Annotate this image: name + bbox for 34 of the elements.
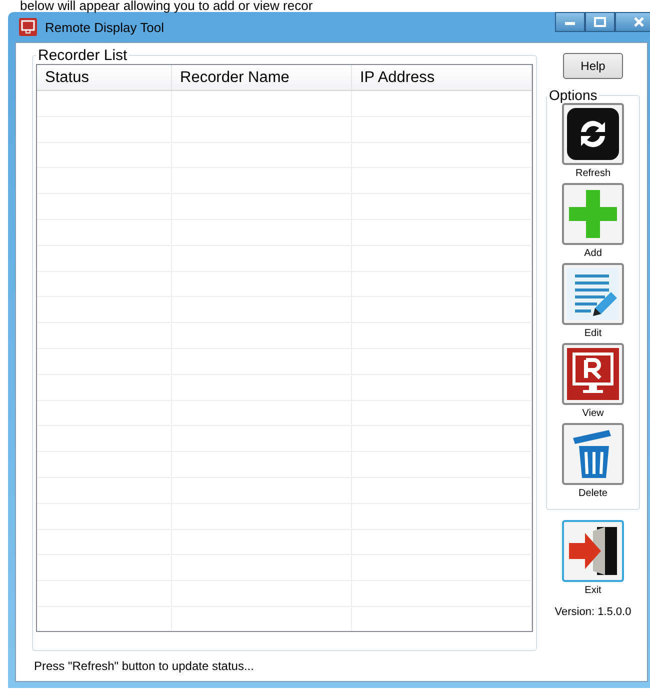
plus-icon — [567, 188, 619, 240]
group-title: Options — [548, 87, 598, 103]
version-text: Version: 1.5.0.0 — [554, 606, 632, 618]
window-title: Remote Display Tool — [45, 20, 164, 34]
edit-button[interactable] — [562, 263, 624, 325]
edit-icon — [567, 268, 619, 320]
group-title: Recorder List — [37, 47, 128, 64]
close-icon — [633, 16, 645, 28]
exit-door-icon — [567, 525, 619, 577]
button-label: Exit — [584, 585, 602, 596]
view-button[interactable] — [562, 343, 624, 405]
column-header[interactable]: Status — [37, 65, 172, 90]
status-text: Press "Refresh" button to update status... — [33, 658, 255, 675]
minimize-button[interactable] — [555, 12, 585, 32]
minimize-icon — [564, 19, 576, 25]
monitor-icon — [567, 348, 619, 400]
maximize-icon — [594, 17, 606, 27]
exit-button[interactable] — [562, 520, 624, 582]
add-button[interactable] — [562, 183, 624, 245]
button-label: Add — [584, 248, 602, 259]
help-button[interactable]: Help — [563, 53, 623, 79]
button-label: Delete — [578, 488, 608, 499]
app-icon — [19, 18, 37, 36]
close-button[interactable] — [615, 12, 650, 32]
refresh-icon — [567, 108, 619, 160]
button-label: View — [582, 408, 604, 419]
refresh-button[interactable] — [562, 103, 624, 165]
button-label: Edit — [584, 328, 602, 339]
document-text: below will appear allowing you to add or view recor — [19, 0, 314, 12]
button-label: Refresh — [575, 168, 610, 179]
delete-button[interactable] — [562, 423, 624, 485]
column-header[interactable]: IP Address — [352, 65, 532, 90]
maximize-button[interactable] — [585, 12, 615, 32]
column-header[interactable]: Recorder Name — [172, 65, 352, 90]
